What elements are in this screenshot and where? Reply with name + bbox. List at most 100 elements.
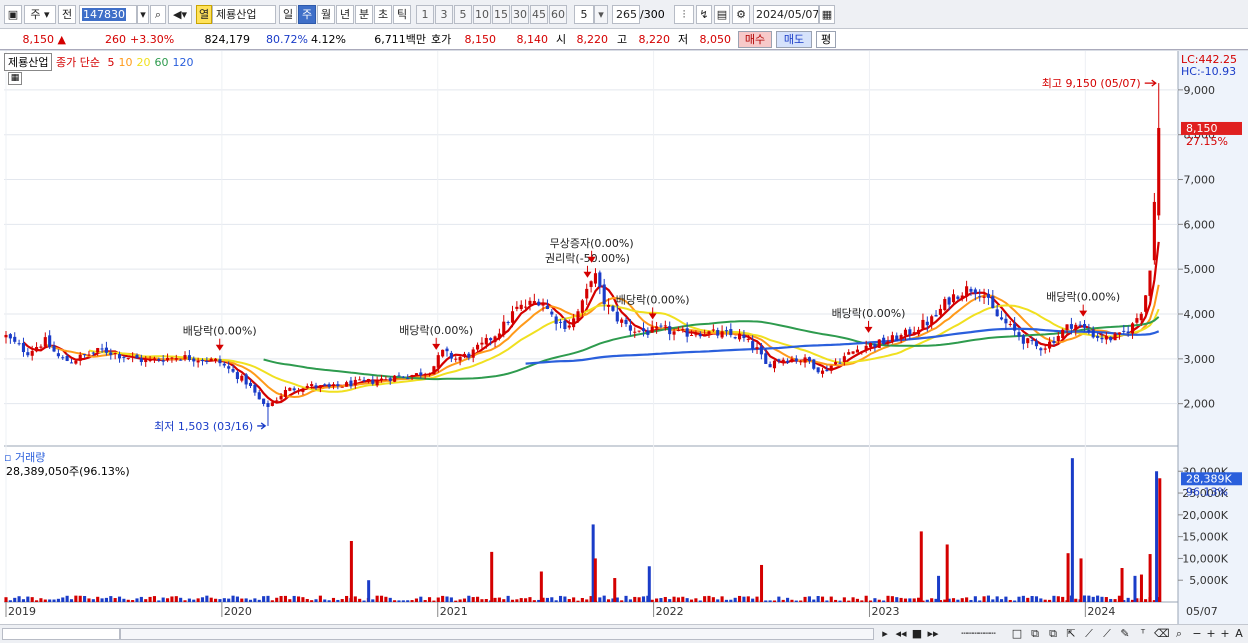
window-menu-icon[interactable]: ▣ (4, 5, 22, 24)
period-tab[interactable]: 월 (317, 5, 335, 24)
buy-button[interactable]: 매수 (738, 31, 772, 48)
window-icon[interactable]: ⧉ (1046, 627, 1060, 641)
volume-bar (724, 599, 729, 602)
volume-bar (480, 599, 484, 602)
interval-tab[interactable]: 1 (416, 5, 434, 24)
code-dropdown-icon[interactable]: ▾ (137, 5, 149, 24)
period-tab[interactable]: 틱 (393, 5, 411, 24)
volume-bar (262, 596, 266, 602)
candle-body (292, 388, 296, 391)
date-input[interactable]: 2024/05/07 (753, 5, 819, 24)
chart-area[interactable]: 2,000 3,000 4,000 5,000 6,000 7,000 8,000 9,000… (0, 51, 1248, 643)
speaker-icon[interactable]: ◀▾ (168, 5, 192, 24)
volume-bar (275, 597, 279, 602)
stop-icon[interactable]: ■ (910, 627, 924, 641)
interval-tab[interactable]: 60 (549, 5, 567, 24)
legend: 제룡산업 종가 단순 5 10 20 60 120 (4, 53, 193, 71)
interval-tab[interactable]: 45 (530, 5, 548, 24)
candle-icon[interactable]: ⫶ (674, 5, 694, 24)
period-tab[interactable]: 일 (279, 5, 297, 24)
fit-icon[interactable]: + (1218, 627, 1232, 641)
candle-body (607, 304, 611, 307)
candle-body (585, 288, 589, 299)
save-icon[interactable]: ▤ (714, 5, 730, 24)
search-icon[interactable]: ⌕ (150, 5, 166, 24)
square-icon[interactable]: □ (1010, 627, 1024, 641)
candle-body (589, 281, 593, 287)
period-tab[interactable]: 년 (336, 5, 354, 24)
scroll-left-track[interactable] (2, 628, 120, 640)
candle-body (803, 357, 807, 363)
volume-bar (803, 596, 807, 602)
interval-tab[interactable]: 15 (492, 5, 510, 24)
cursor-icon[interactable]: ⇱ (1064, 627, 1078, 641)
volume-bar (877, 599, 881, 602)
volume-bar (886, 595, 890, 602)
candle-body (524, 306, 528, 308)
volume-bar (908, 598, 912, 602)
text-icon[interactable]: ᵀ (1136, 627, 1150, 641)
forward-icon[interactable]: ▸▸ (926, 627, 940, 641)
volume-bar (751, 598, 755, 602)
interval-value[interactable]: 5 (574, 5, 594, 24)
price-chart-svg[interactable]: 2,0003,0004,0005,0006,0007,0008,0009,000… (0, 51, 1248, 624)
candle-body (310, 384, 314, 387)
grid-toggle-icon[interactable]: ▦ (8, 72, 22, 85)
view-toggle-button[interactable]: 열 (196, 5, 212, 24)
volume-bar (471, 597, 475, 602)
candle-body (371, 380, 375, 384)
candle-body (113, 353, 117, 355)
volume-bar (563, 596, 567, 602)
volume-bar (253, 598, 257, 602)
zoom-out-icon[interactable]: − (1190, 627, 1204, 641)
average-button[interactable]: 평 (816, 31, 836, 48)
copy-icon[interactable]: ⧉ (1028, 627, 1042, 641)
volume-bar (707, 595, 711, 602)
candle-body (1157, 127, 1161, 216)
draw-icon[interactable]: ✎ (1118, 627, 1132, 641)
magnifier-icon[interactable]: ⌕ (1172, 627, 1186, 641)
market-type-select[interactable]: 주 ▾ (24, 5, 56, 24)
play-icon[interactable]: ▸ (878, 627, 892, 641)
trend-icon[interactable]: ⟋ (1082, 627, 1096, 641)
candle-body (1017, 332, 1021, 337)
stock-name-field[interactable]: 제룡산업 (212, 5, 276, 24)
legend-stock-name[interactable]: 제룡산업 (4, 53, 53, 71)
candle-body (1039, 348, 1043, 351)
candle-body (1130, 323, 1135, 334)
period-tab[interactable]: 주 (298, 5, 316, 24)
line-chart-icon[interactable]: ↯ (696, 5, 712, 24)
count-input[interactable]: 265 (612, 5, 640, 24)
zoom-slider[interactable]: ┄┄┄┄┄┄ (948, 627, 1008, 641)
volume-bar (109, 596, 113, 602)
candle-body (541, 302, 545, 306)
volume-bar (222, 598, 226, 602)
volume-bar (441, 595, 445, 602)
font-icon[interactable]: A (1232, 627, 1246, 641)
stock-code-input[interactable]: 147830 (79, 5, 137, 24)
ruler-icon[interactable]: ⟋ (1100, 627, 1114, 641)
interval-tab[interactable]: 10 (473, 5, 491, 24)
volume-bar (17, 596, 21, 602)
interval-dropdown-icon[interactable]: ▾ (594, 5, 608, 24)
volume-bar (716, 599, 720, 602)
interval-tab[interactable]: 5 (454, 5, 472, 24)
volume-bar (1008, 599, 1012, 602)
interval-tab[interactable]: 30 (511, 5, 529, 24)
gear-icon[interactable]: ⚙ (732, 5, 750, 24)
candle-body (104, 347, 108, 353)
volume-bar (8, 600, 12, 602)
candle-body (397, 375, 401, 377)
erase-icon[interactable]: ⌫ (1154, 627, 1170, 641)
calendar-icon[interactable]: ▦ (819, 5, 835, 24)
zoom-in-icon[interactable]: + (1204, 627, 1218, 641)
sell-button[interactable]: 매도 (776, 31, 812, 48)
horizontal-scrollbar[interactable] (120, 628, 874, 640)
period-tab[interactable]: 분 (355, 5, 373, 24)
candle-body (218, 359, 222, 364)
period-tab[interactable]: 초 (374, 5, 392, 24)
candle-body (174, 358, 178, 360)
rewind-icon[interactable]: ◂◂ (894, 627, 908, 641)
interval-tab[interactable]: 3 (435, 5, 453, 24)
prev-button[interactable]: 전 (58, 5, 76, 24)
